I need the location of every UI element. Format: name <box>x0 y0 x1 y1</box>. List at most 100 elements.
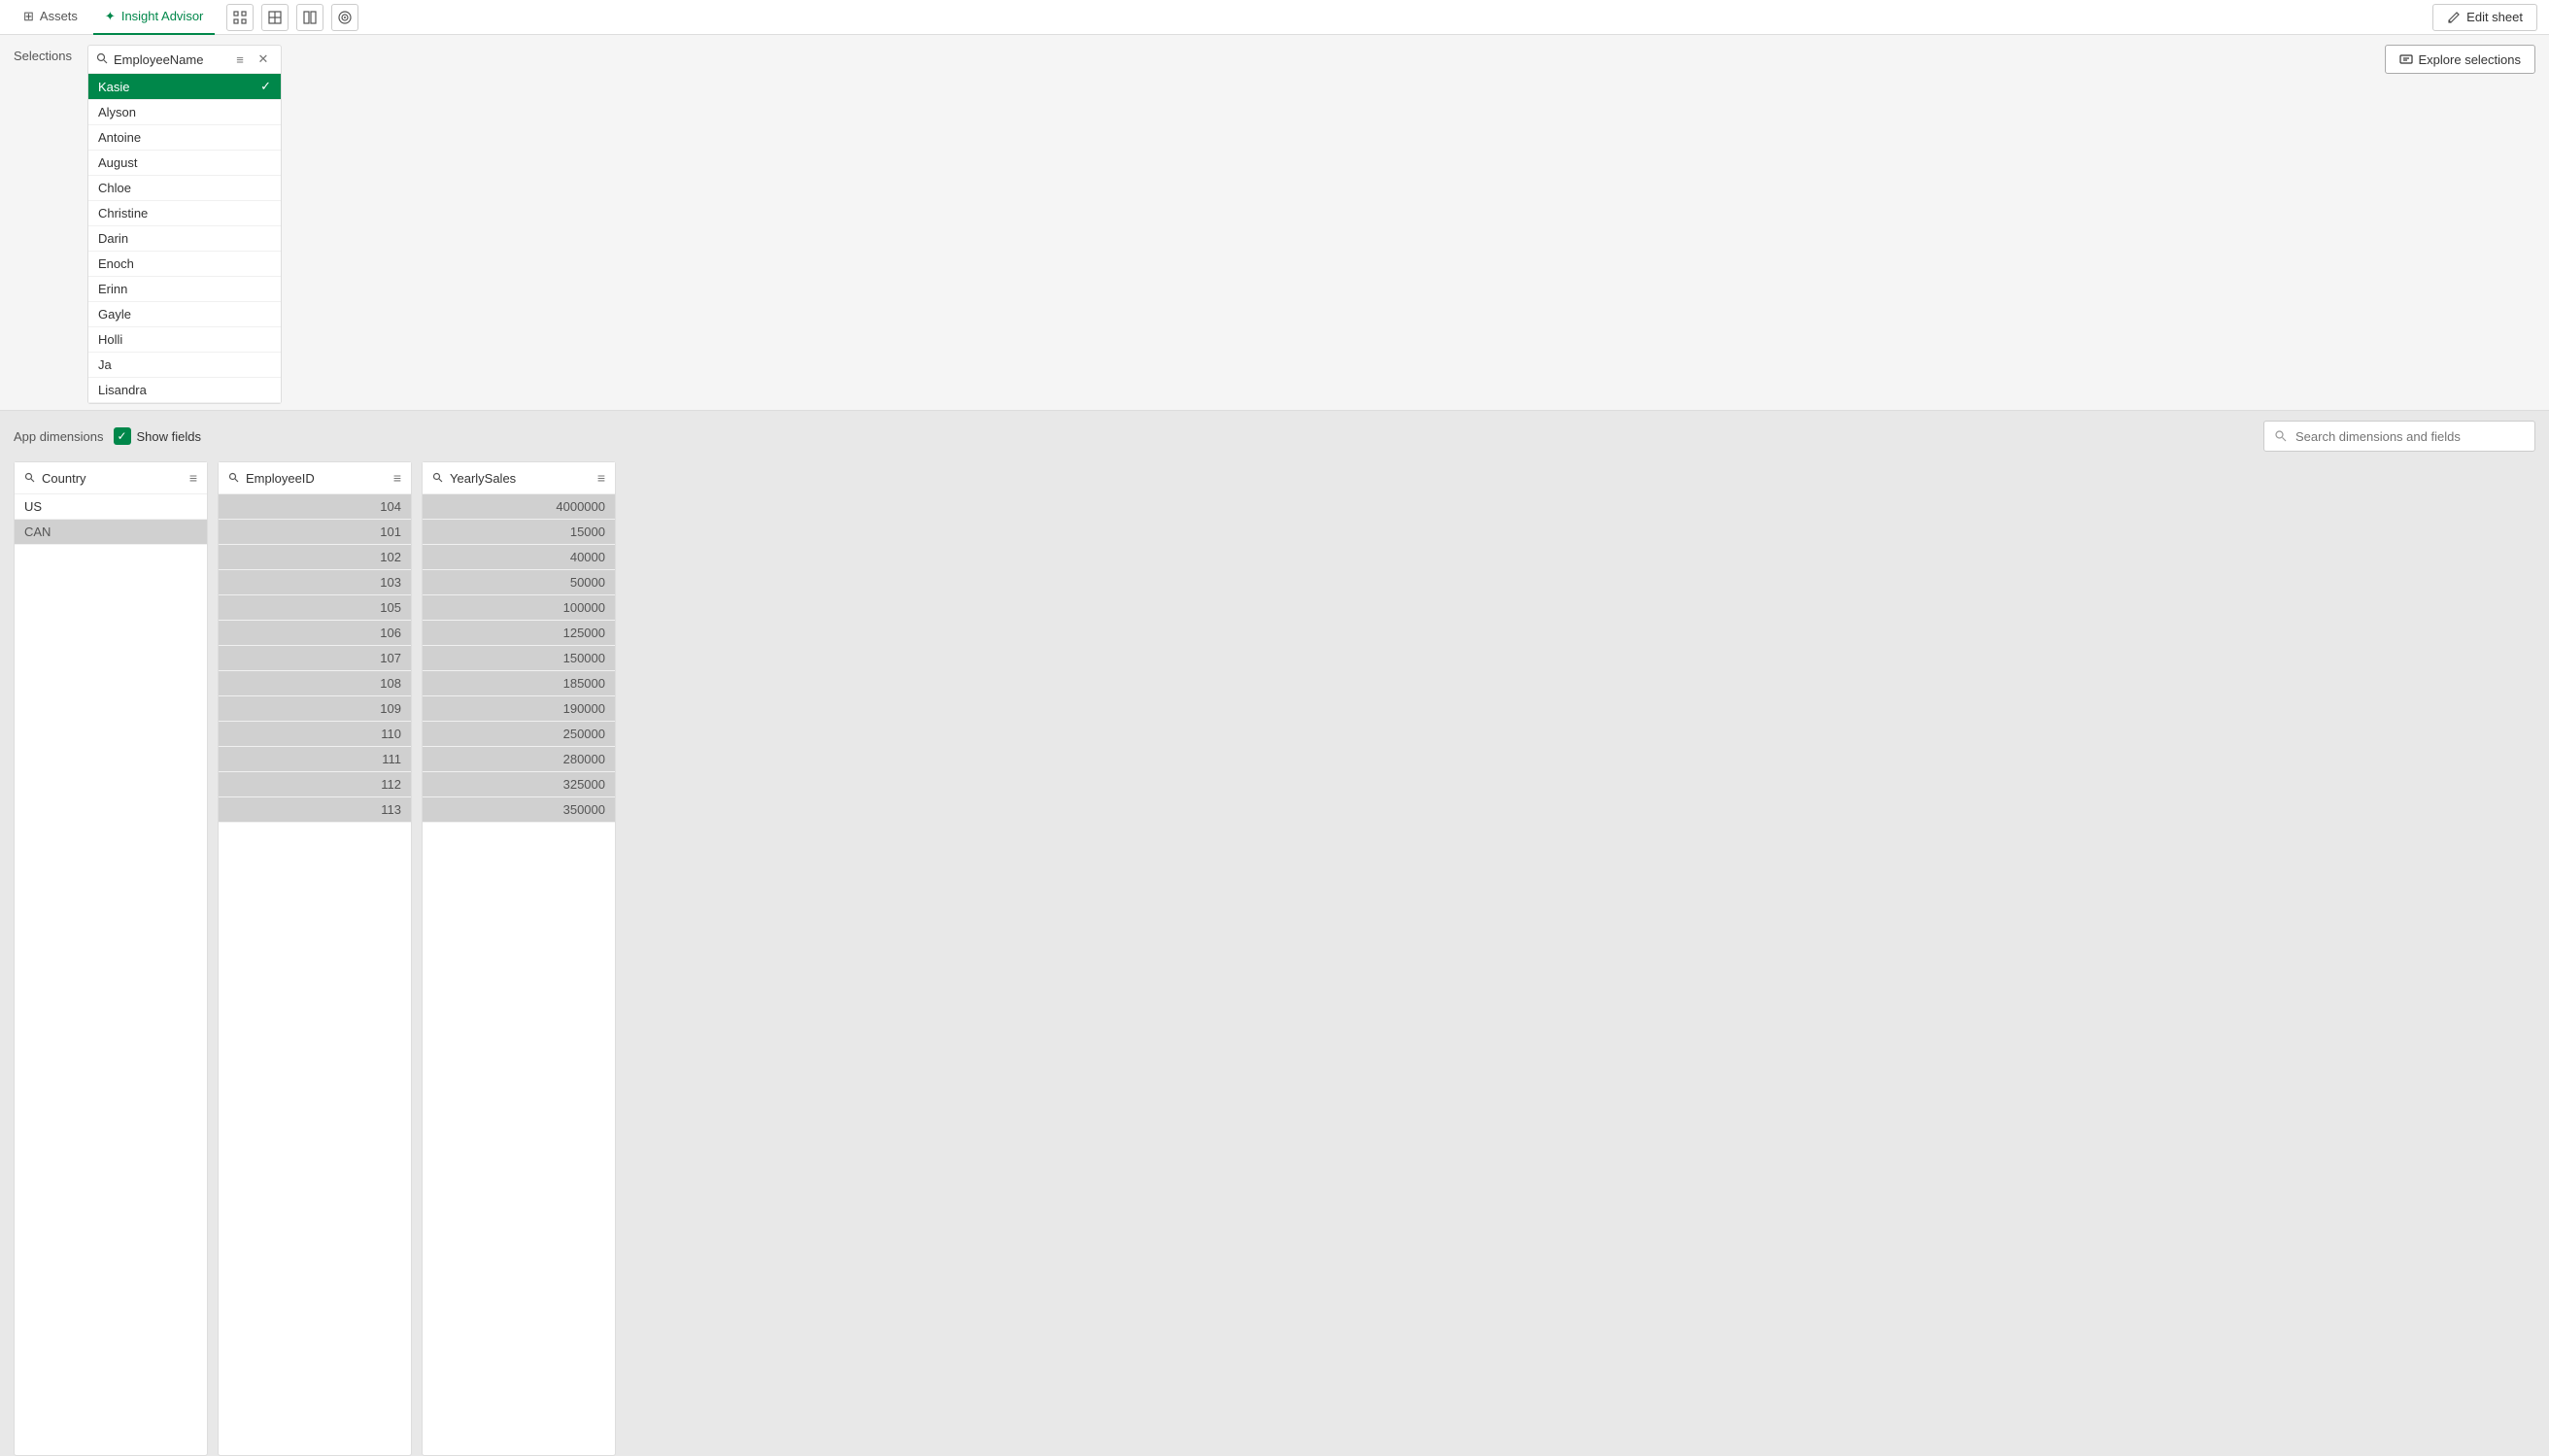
filter-item[interactable]: Enoch <box>88 252 281 277</box>
main-content: Selections EmployeeName ≡ ✕ Kasie✓Alyson… <box>0 35 2549 1456</box>
pencil-icon <box>2447 11 2461 24</box>
dim-card-body: 4000000150004000050000100000125000150000… <box>423 494 615 1455</box>
dimension-card: YearlySales ≡ 4000000150004000050000100000… <box>422 461 616 1456</box>
dim-row[interactable]: 280000 <box>423 747 615 772</box>
dim-row[interactable]: 105 <box>219 595 411 621</box>
dim-card-header: Country ≡ <box>15 462 207 494</box>
dim-row[interactable]: 108 <box>219 671 411 696</box>
dim-card-menu-icon[interactable]: ≡ <box>597 470 605 486</box>
dim-row[interactable]: 104 <box>219 494 411 520</box>
dim-card-header: EmployeeID ≡ <box>219 462 411 494</box>
dim-search-icon <box>228 472 240 484</box>
expand-icon <box>233 11 247 24</box>
dim-row[interactable]: 190000 <box>423 696 615 722</box>
filter-item[interactable]: Chloe <box>88 176 281 201</box>
explore-btn-label: Explore selections <box>2419 52 2522 67</box>
nav-tabs: ⊞ Assets ✦ Insight Advisor <box>12 0 358 35</box>
show-fields-label: Show fields <box>137 429 201 444</box>
filter-list-icon[interactable]: ≡ <box>230 50 250 69</box>
dim-row[interactable]: US <box>15 494 207 520</box>
dim-card-title: Country <box>42 471 184 486</box>
show-fields-toggle[interactable]: ✓ Show fields <box>114 427 201 445</box>
app-dimensions-label: App dimensions <box>14 429 104 444</box>
dim-card-body: 104101102103105106107108109110111112113 <box>219 494 411 1455</box>
filter-card-body: Kasie✓AlysonAntoineAugustChloeChristineD… <box>88 74 281 403</box>
filter-item[interactable]: Kasie✓ <box>88 74 281 100</box>
dim-row[interactable]: 106 <box>219 621 411 646</box>
selections-scroll: EmployeeName ≡ ✕ Kasie✓AlysonAntoineAugu… <box>87 45 2373 404</box>
dim-card-menu-icon[interactable]: ≡ <box>393 470 401 486</box>
dim-row[interactable]: 350000 <box>423 797 615 823</box>
tab-assets[interactable]: ⊞ Assets <box>12 0 89 35</box>
dim-card-header: YearlySales ≡ <box>423 462 615 494</box>
columns-icon <box>303 11 317 24</box>
dim-search-icon <box>432 472 444 484</box>
tab-insight-advisor[interactable]: ✦ Insight Advisor <box>93 0 215 35</box>
dimension-card: Country ≡ USCAN <box>14 461 208 1456</box>
assets-icon: ⊞ <box>23 9 34 24</box>
edit-sheet-button[interactable]: Edit sheet <box>2432 4 2537 31</box>
search-dimensions-box <box>2263 421 2535 452</box>
filter-item[interactable]: Erinn <box>88 277 281 302</box>
explore-selections-button[interactable]: Explore selections <box>2385 45 2536 74</box>
filter-card-actions: ≡ ✕ <box>230 50 273 69</box>
dim-row[interactable]: 107 <box>219 646 411 671</box>
filter-item[interactable]: August <box>88 151 281 176</box>
dim-row[interactable]: 125000 <box>423 621 615 646</box>
bottom-toolbar: App dimensions ✓ Show fields <box>0 411 2549 461</box>
dim-row[interactable]: 185000 <box>423 671 615 696</box>
icon-btn-3[interactable] <box>296 4 323 31</box>
filter-item[interactable]: Lisandra <box>88 378 281 403</box>
explore-icon <box>2399 52 2413 66</box>
filter-item[interactable]: Christine <box>88 201 281 226</box>
insight-advisor-label: Insight Advisor <box>121 9 204 23</box>
icon-btn-1[interactable] <box>226 4 254 31</box>
dim-row[interactable]: 112 <box>219 772 411 797</box>
filter-item[interactable]: Darin <box>88 226 281 252</box>
dim-row[interactable]: 150000 <box>423 646 615 671</box>
filter-close-icon[interactable]: ✕ <box>254 50 273 69</box>
filter-item[interactable]: Holli <box>88 327 281 353</box>
dim-card-body: USCAN <box>15 494 207 1455</box>
search-dimensions-input[interactable] <box>2295 429 2525 444</box>
employee-name-filter: EmployeeName ≡ ✕ Kasie✓AlysonAntoineAugu… <box>87 45 282 404</box>
dim-card-menu-icon[interactable]: ≡ <box>189 470 197 486</box>
dim-row[interactable]: 110 <box>219 722 411 747</box>
show-fields-checkbox[interactable]: ✓ <box>114 427 131 445</box>
dim-row[interactable]: 15000 <box>423 520 615 545</box>
dim-row[interactable]: 4000000 <box>423 494 615 520</box>
dim-row[interactable]: CAN <box>15 520 207 545</box>
dim-card-title: YearlySales <box>450 471 592 486</box>
filter-item[interactable]: Alyson <box>88 100 281 125</box>
dim-row[interactable]: 111 <box>219 747 411 772</box>
dim-row[interactable]: 109 <box>219 696 411 722</box>
icon-btn-2[interactable] <box>261 4 289 31</box>
toolbar-icons <box>226 4 358 31</box>
filter-card-header: EmployeeName ≡ ✕ <box>88 46 281 74</box>
selections-label: Selections <box>14 45 72 63</box>
dim-search-icon <box>24 472 36 484</box>
filter-item[interactable]: Gayle <box>88 302 281 327</box>
assets-label: Assets <box>40 9 78 23</box>
grid-icon <box>268 11 282 24</box>
dim-row[interactable]: 50000 <box>423 570 615 595</box>
dim-row[interactable]: 101 <box>219 520 411 545</box>
dim-row[interactable]: 103 <box>219 570 411 595</box>
selections-area: Selections EmployeeName ≡ ✕ Kasie✓Alyson… <box>0 35 2549 411</box>
dim-row[interactable]: 102 <box>219 545 411 570</box>
target-icon <box>338 11 352 24</box>
filter-item[interactable]: Ja <box>88 353 281 378</box>
icon-btn-4[interactable] <box>331 4 358 31</box>
dim-row[interactable]: 100000 <box>423 595 615 621</box>
filter-card-title: EmployeeName <box>114 52 224 67</box>
search-dimensions-icon <box>2274 429 2288 443</box>
filter-item[interactable]: Antoine <box>88 125 281 151</box>
dim-row[interactable]: 250000 <box>423 722 615 747</box>
edit-sheet-label: Edit sheet <box>2466 10 2523 24</box>
dim-row[interactable]: 40000 <box>423 545 615 570</box>
dim-row[interactable]: 113 <box>219 797 411 823</box>
top-nav: ⊞ Assets ✦ Insight Advisor Edit sheet <box>0 0 2549 35</box>
dim-card-title: EmployeeID <box>246 471 388 486</box>
filter-search-icon <box>96 52 108 67</box>
dim-row[interactable]: 325000 <box>423 772 615 797</box>
